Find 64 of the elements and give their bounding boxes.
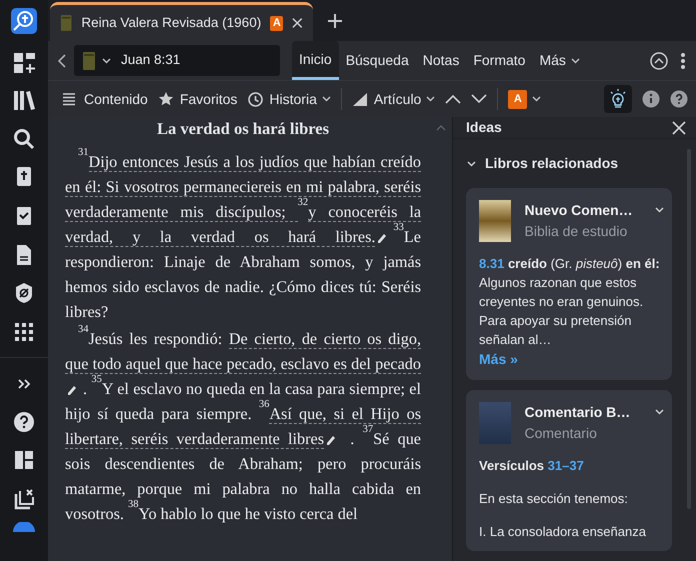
more-options-icon[interactable] (680, 52, 686, 70)
ideas-button[interactable] (604, 85, 632, 113)
nav-tab[interactable]: Inicio (292, 41, 339, 80)
book-cover-icon (60, 13, 72, 33)
book-title[interactable]: Nuevo Comen… (524, 200, 642, 221)
history-icon (247, 91, 264, 107)
more-link[interactable]: Más » (479, 351, 518, 367)
caret-icon[interactable] (655, 207, 664, 213)
add-tab-icon[interactable] (327, 13, 343, 29)
nav-tab[interactable]: Notas (416, 41, 466, 80)
close-icon[interactable] (292, 17, 303, 29)
caret-icon (570, 58, 580, 64)
library-icon[interactable] (12, 88, 36, 112)
commentary-text: I. La consoladora enseñanza (479, 523, 647, 542)
book-cover-image (479, 402, 511, 444)
search-icon[interactable] (12, 126, 36, 151)
document-tab[interactable]: Reina Valera Revisada (1960) A (50, 2, 313, 41)
verse-paragraph: $^{31}$Dijo entonces Jesús a los judíos que habían creído en él: Si vosotros permaneciereis en mi palabra, seréis verdaderamente mis discípulos; $^{32}$y conoceréis la verdad, y la verdad os hará libres. $^{33}$Le respondieron: Linaje de Abraham somos, y jamás hemos sido esclavos de nadie. ¿Cómo dices tú: Seréis libres? (65, 150, 421, 323)
toolbar-button[interactable]: Contenido (62, 88, 148, 110)
commentary-text: En esta sección tenemos: (479, 490, 629, 508)
book-title[interactable]: Comentario B… (524, 402, 642, 424)
book-cover-icon (82, 50, 96, 70)
up-icon[interactable] (445, 94, 462, 104)
language-badge: A (270, 16, 284, 30)
caret-icon[interactable] (655, 409, 664, 416)
toolbar-button[interactable]: Historia (247, 88, 331, 110)
commentary-excerpt: 8.31 creído (Gr. pisteuô) en él: Algunos razonan que estos creyentes no eran genuinos. Para apoyar su pretensión señalan al… (479, 255, 661, 349)
nav-tab[interactable]: Búsqueda (338, 41, 416, 80)
tab-title: Reina Valera Revisada (1960) (81, 14, 262, 32)
collapse-icon[interactable] (650, 52, 668, 70)
close-all-icon[interactable] (12, 487, 36, 512)
down-icon[interactable] (471, 94, 488, 104)
avatar-icon[interactable] (12, 522, 36, 532)
caret-icon (322, 96, 331, 102)
panel-title: Ideas (466, 118, 502, 137)
help-icon[interactable] (670, 90, 688, 108)
close-icon[interactable] (672, 120, 686, 134)
nav-tab[interactable]: Formato (466, 41, 532, 80)
help-icon[interactable] (12, 410, 36, 434)
info-icon[interactable] (642, 90, 660, 108)
back-icon[interactable] (58, 54, 66, 68)
verse-paragraph: $^{34}$Jesús les respondió: De cierto, de cierto os digo, que todo aquel que hace pecado, esclavo es del pecado . $^{35}$Y el esclavo no queda en la casa para siempre; el hijo sí queda para siempre. $^{36}$Así que, si el Hijo os libertare, seréis verdaderamente libres . $^{37}$Sé que sois descendientes de Abraham; pero procuráis matarme, porque mi palabra no halla cabida en vosotros. $^{38}$Yo hablo lo que he visto cerca del (65, 326, 421, 525)
nav-tab[interactable]: Más (532, 41, 587, 80)
reference-text: Juan 8:31 (121, 51, 180, 70)
toolbar-button[interactable]: Favoritos (158, 88, 238, 110)
verse-range-link[interactable]: 31–37 (548, 458, 584, 474)
bars-icon (352, 91, 369, 107)
caret-icon (426, 96, 436, 102)
section-heading: La verdad os hará libres (156, 119, 330, 139)
verse-range-heading: Versículos 31–37 (479, 457, 585, 476)
chevron-down-icon (467, 159, 476, 168)
lightbulb-icon (609, 89, 627, 109)
book-type: Comentario (524, 424, 598, 444)
logo-icon[interactable] (10, 7, 38, 36)
book-type: Biblia de estudio (524, 222, 628, 241)
reference-field[interactable]: Juan 8:31 (74, 45, 280, 76)
caret-icon (102, 58, 111, 64)
scroll-up-icon[interactable] (436, 125, 446, 131)
toolbar-button[interactable]: Artículo (352, 88, 436, 110)
verse-link[interactable]: 8.31 (479, 256, 504, 271)
section-toggle[interactable]: Libros relacionados (453, 139, 618, 188)
book-cover-image (479, 200, 511, 242)
caret-icon (532, 96, 542, 102)
star-icon (158, 91, 175, 107)
